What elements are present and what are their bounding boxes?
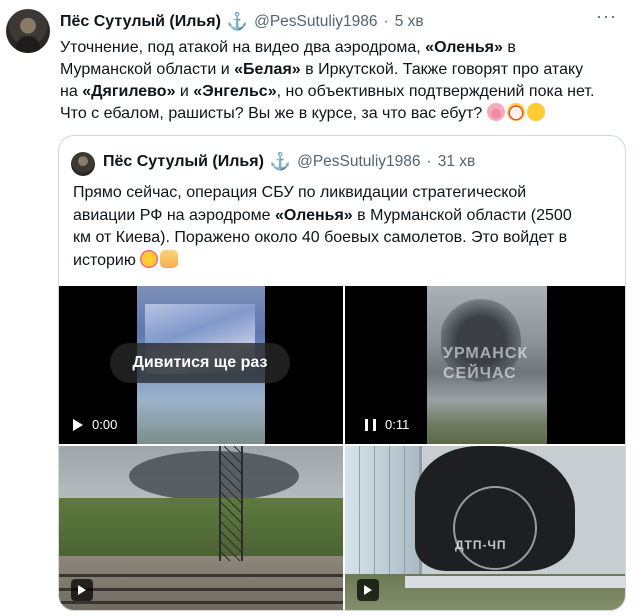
video-player-2[interactable]: УРМАНСК СЕЙЧАС 0:11 (345, 286, 625, 444)
quoted-tweet[interactable]: Пёс Сутулый (Илья) ⚓ @PesSutuliy1986 · 3… (58, 135, 626, 611)
watermark-text: ДТП-ЧП (455, 538, 507, 552)
separator-dot: · (383, 13, 389, 30)
smiling-face-with-hearts-icon (140, 249, 159, 268)
pause-icon[interactable] (365, 418, 376, 431)
play-icon (364, 585, 372, 595)
quoted-author-avatar (71, 152, 95, 176)
anchor-icon: ⚓ (226, 12, 249, 31)
hashtag-belaya: «Белая» (234, 61, 301, 78)
rail (59, 588, 343, 591)
video-watermark: УРМАНСК СЕЙЧАС (443, 345, 529, 382)
hashtag-olenya: «Оленья» (425, 39, 503, 56)
play-icon (78, 585, 86, 595)
quoted-text: Прямо сейчас, операция СБУ по ликвидации… (73, 184, 572, 269)
smoke-plume (129, 451, 299, 501)
quoted-header: Пёс Сутулый (Илья) ⚓ @PesSutuliy1986 · 3… (103, 152, 475, 172)
video-thumbnail-4[interactable]: ДТП-ЧП (345, 446, 625, 610)
power-tower (219, 446, 243, 561)
video-time: 0:11 (385, 417, 410, 432)
media-grid: Дивитися ще раз 0:00 УРМАНСК СЕЙЧАС 0:11 (59, 286, 625, 610)
author-name[interactable]: Пёс Сутулый (Илья) (60, 13, 221, 31)
hashtag-dyagilevo: «Дягилево» (82, 83, 176, 100)
play-badge[interactable] (71, 579, 93, 601)
thumbs-up-icon (160, 249, 179, 268)
more-icon[interactable]: ··· (596, 6, 617, 27)
replay-button[interactable]: Дивитися ще раз (110, 343, 290, 383)
video-controls: 0:11 (365, 417, 409, 432)
separator-dot: · (426, 153, 432, 170)
tweet-header: Пёс Сутулый (Илья) ⚓ @PesSutuliy1986 · 5… (60, 12, 424, 32)
author-avatar[interactable] (6, 9, 50, 53)
video-controls: 0:00 (73, 417, 117, 432)
pig-face-icon (486, 103, 505, 121)
tears-of-joy-icon (526, 103, 545, 121)
watermark-logo (453, 486, 537, 570)
clown-face-icon (506, 103, 525, 121)
tree-line (59, 498, 343, 560)
play-badge[interactable] (357, 579, 379, 601)
author-handle[interactable]: @PesSutuliy1986 (254, 13, 377, 31)
hashtag-olenya: «Оленья» (274, 206, 353, 224)
video-thumbnail-3[interactable] (59, 446, 343, 610)
rail (59, 574, 343, 577)
road (405, 576, 625, 588)
quoted-author-handle: @PesSutuliy1986 (297, 153, 421, 170)
quoted-author-name: Пёс Сутулый (Илья) (103, 153, 264, 170)
play-icon[interactable] (73, 418, 83, 431)
rail (59, 601, 343, 604)
quoted-time: 31 хв (437, 153, 476, 170)
video-player-1[interactable]: Дивитися ще раз 0:00 (59, 286, 343, 444)
tweet-text: Уточнение, под атакой на видео два аэрод… (60, 39, 595, 122)
tweet-time[interactable]: 5 хв (395, 13, 424, 31)
video-time: 0:00 (92, 417, 118, 432)
anchor-icon: ⚓ (269, 152, 292, 171)
hashtag-engels: «Энгельс» (193, 83, 277, 100)
